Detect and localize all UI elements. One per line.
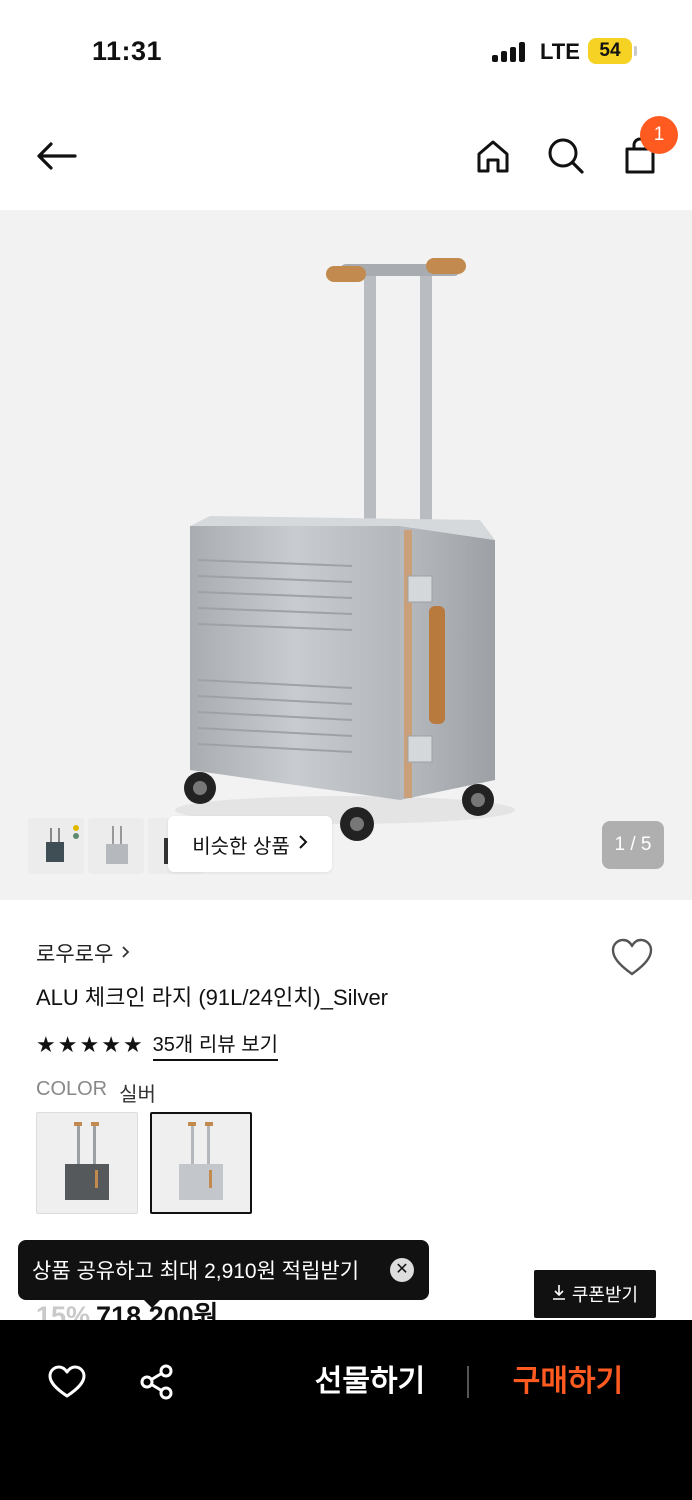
battery-tip (634, 46, 637, 56)
rating-row: ★ ★ ★ ★ ★ 35개 리뷰 보기 (36, 1028, 279, 1061)
gift-button[interactable]: 선물하기 (300, 1358, 440, 1406)
chevron-right-icon (121, 941, 130, 965)
share-reward-toast: 상품 공유하고 최대 2,910원 적립받기 ✕ (18, 1240, 429, 1300)
brand-name: 로우로우 (36, 943, 114, 966)
star-icon: ★ (122, 1031, 143, 1057)
star-icon: ★ (36, 1031, 56, 1057)
network-type: LTE (540, 39, 580, 64)
coupon-label: 쿠폰받기 (571, 1285, 639, 1305)
color-value: 실버 (119, 1084, 156, 1106)
cart-badge: 1 (640, 116, 678, 154)
star-icon: ★ (79, 1031, 100, 1057)
rating-stars: ★ ★ ★ ★ ★ (36, 1032, 143, 1058)
status-bar: 11:31 LTE 54 (0, 0, 692, 100)
coupon-button[interactable]: 쿠폰받기 (534, 1270, 656, 1318)
share-icon[interactable] (135, 1360, 179, 1404)
wishlist-heart-icon[interactable] (608, 934, 656, 982)
back-arrow-icon[interactable] (34, 134, 78, 178)
discount-rate: 15% (36, 1301, 91, 1320)
brand-link[interactable]: 로우로우 (36, 938, 130, 968)
toast-message: 상품 공유하고 최대 2,910원 적립받기 (32, 1260, 360, 1283)
thumbnail-1[interactable] (28, 818, 84, 874)
color-swatches (36, 1112, 252, 1214)
color-row: COLOR 실버 (36, 1078, 156, 1107)
thumbnail-2[interactable] (88, 818, 144, 874)
color-swatch-silver[interactable] (150, 1112, 252, 1214)
divider (467, 1366, 469, 1398)
battery-icon: 54 (588, 38, 632, 64)
color-label: COLOR (36, 1078, 108, 1100)
product-image-gallery[interactable]: 비슷한 상품 1 / 5 (0, 210, 692, 900)
buy-button[interactable]: 구매하기 (498, 1358, 638, 1406)
close-icon[interactable]: ✕ (390, 1258, 414, 1282)
download-icon (552, 1284, 566, 1305)
color-swatch-dark[interactable] (36, 1112, 138, 1214)
chevron-right-icon (298, 833, 308, 856)
search-icon[interactable] (544, 134, 588, 178)
top-nav (0, 110, 692, 206)
heart-icon[interactable] (45, 1360, 89, 1404)
product-name: ALU 체크인 라지 (91L/24인치)_Silver (36, 985, 389, 1010)
suitcase-image (175, 258, 515, 841)
similar-products-label: 비슷한 상품 (192, 835, 290, 858)
status-time: 11:31 (92, 36, 163, 66)
star-icon: ★ (101, 1031, 121, 1057)
similar-products-button[interactable]: 비슷한 상품 (168, 816, 332, 872)
star-icon: ★ (57, 1031, 78, 1057)
review-link[interactable]: 35개 리뷰 보기 (152, 1028, 279, 1061)
signal-icon (492, 42, 528, 62)
bottom-action-bar: 선물하기 구매하기 (0, 1320, 692, 1500)
toast-tail (142, 1298, 162, 1308)
home-icon[interactable] (471, 134, 515, 178)
image-page-indicator: 1 / 5 (602, 821, 664, 869)
